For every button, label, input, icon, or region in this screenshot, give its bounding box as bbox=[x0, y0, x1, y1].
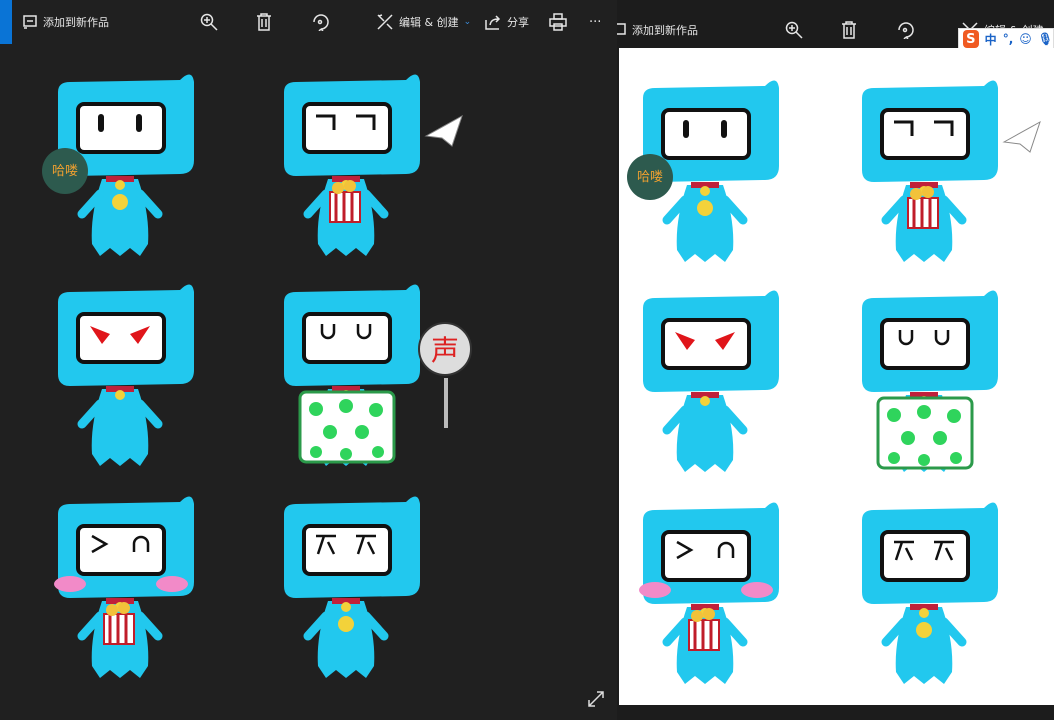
sticker-character bbox=[625, 492, 785, 692]
sound-sign: 声 bbox=[418, 322, 472, 376]
delete-button[interactable] bbox=[841, 21, 857, 39]
expand-icon bbox=[588, 691, 604, 707]
paper-plane-icon bbox=[1002, 120, 1042, 164]
rotate-button[interactable] bbox=[896, 21, 914, 39]
zoom-in-icon bbox=[785, 21, 803, 39]
photo-canvas: 哈喽 bbox=[619, 48, 1054, 705]
zoom-button[interactable] bbox=[200, 13, 218, 31]
left-photo-window: 添加到新作品 编辑 & 创建 ⌄ 分享 ··· 哈喽 声 bbox=[0, 0, 617, 720]
trash-icon bbox=[257, 13, 271, 31]
sticker-character bbox=[266, 274, 426, 474]
sticker-character bbox=[266, 486, 426, 686]
hello-sign: 哈喽 bbox=[42, 148, 88, 194]
ime-toolbar[interactable]: S 中 °, ☺ 🎙 bbox=[958, 28, 1054, 50]
zoom-button[interactable] bbox=[785, 21, 803, 39]
sign-stick bbox=[444, 378, 448, 428]
sticker-character bbox=[40, 486, 200, 686]
fullscreen-button[interactable] bbox=[587, 690, 605, 712]
zoom-in-icon bbox=[200, 13, 218, 31]
add-to-creation-button[interactable]: 添加到新作品 bbox=[22, 14, 109, 30]
add-to-creation-label: 添加到新作品 bbox=[43, 16, 109, 29]
rotate-button[interactable] bbox=[311, 13, 329, 31]
back-button[interactable] bbox=[0, 0, 12, 44]
hello-sign: 哈喽 bbox=[627, 154, 673, 200]
print-icon bbox=[549, 13, 567, 31]
trash-icon bbox=[842, 21, 856, 39]
sticker-character bbox=[844, 70, 1004, 270]
edit-create-button[interactable]: 编辑 & 创建 ⌄ bbox=[376, 13, 471, 31]
share-label: 分享 bbox=[507, 16, 529, 29]
rotate-icon bbox=[313, 14, 329, 31]
sticker-character bbox=[266, 64, 426, 264]
more-button[interactable]: ··· bbox=[589, 15, 601, 30]
sticker-character bbox=[844, 280, 1004, 480]
chevron-down-icon: ⌄ bbox=[463, 17, 472, 27]
rotate-icon bbox=[898, 22, 914, 39]
sticker-character bbox=[625, 280, 785, 480]
emoji-icon[interactable]: ☺ bbox=[1019, 32, 1032, 46]
paper-plane-icon bbox=[424, 114, 464, 158]
add-creation-icon bbox=[23, 15, 37, 29]
add-to-creation-label: 添加到新作品 bbox=[632, 24, 698, 37]
add-to-creation-button[interactable]: 添加到新作品 bbox=[617, 22, 698, 38]
sogou-logo: S bbox=[963, 30, 979, 48]
sticker-character bbox=[40, 274, 200, 474]
microphone-icon[interactable]: 🎙 bbox=[1038, 32, 1053, 46]
photo-canvas: 哈喽 声 bbox=[0, 46, 617, 720]
edit-create-icon bbox=[377, 14, 393, 30]
delete-button[interactable] bbox=[256, 13, 272, 31]
ime-punctuation-toggle[interactable]: °, bbox=[1003, 32, 1014, 46]
print-button[interactable] bbox=[549, 13, 567, 31]
share-button[interactable]: 分享 bbox=[484, 14, 529, 30]
add-creation-icon bbox=[617, 23, 626, 35]
sticker-character bbox=[844, 492, 1004, 692]
toolbar: 添加到新作品 编辑 & 创建 ⌄ 分享 ··· bbox=[0, 0, 617, 44]
ime-mode-toggle[interactable]: 中 bbox=[985, 31, 997, 48]
edit-create-label: 编辑 & 创建 bbox=[399, 16, 459, 29]
share-icon bbox=[485, 15, 501, 30]
right-photo-window: 添加到新作品 编辑 & 创建 S 中 °, ☺ 🎙 哈喽 bbox=[617, 0, 1054, 720]
